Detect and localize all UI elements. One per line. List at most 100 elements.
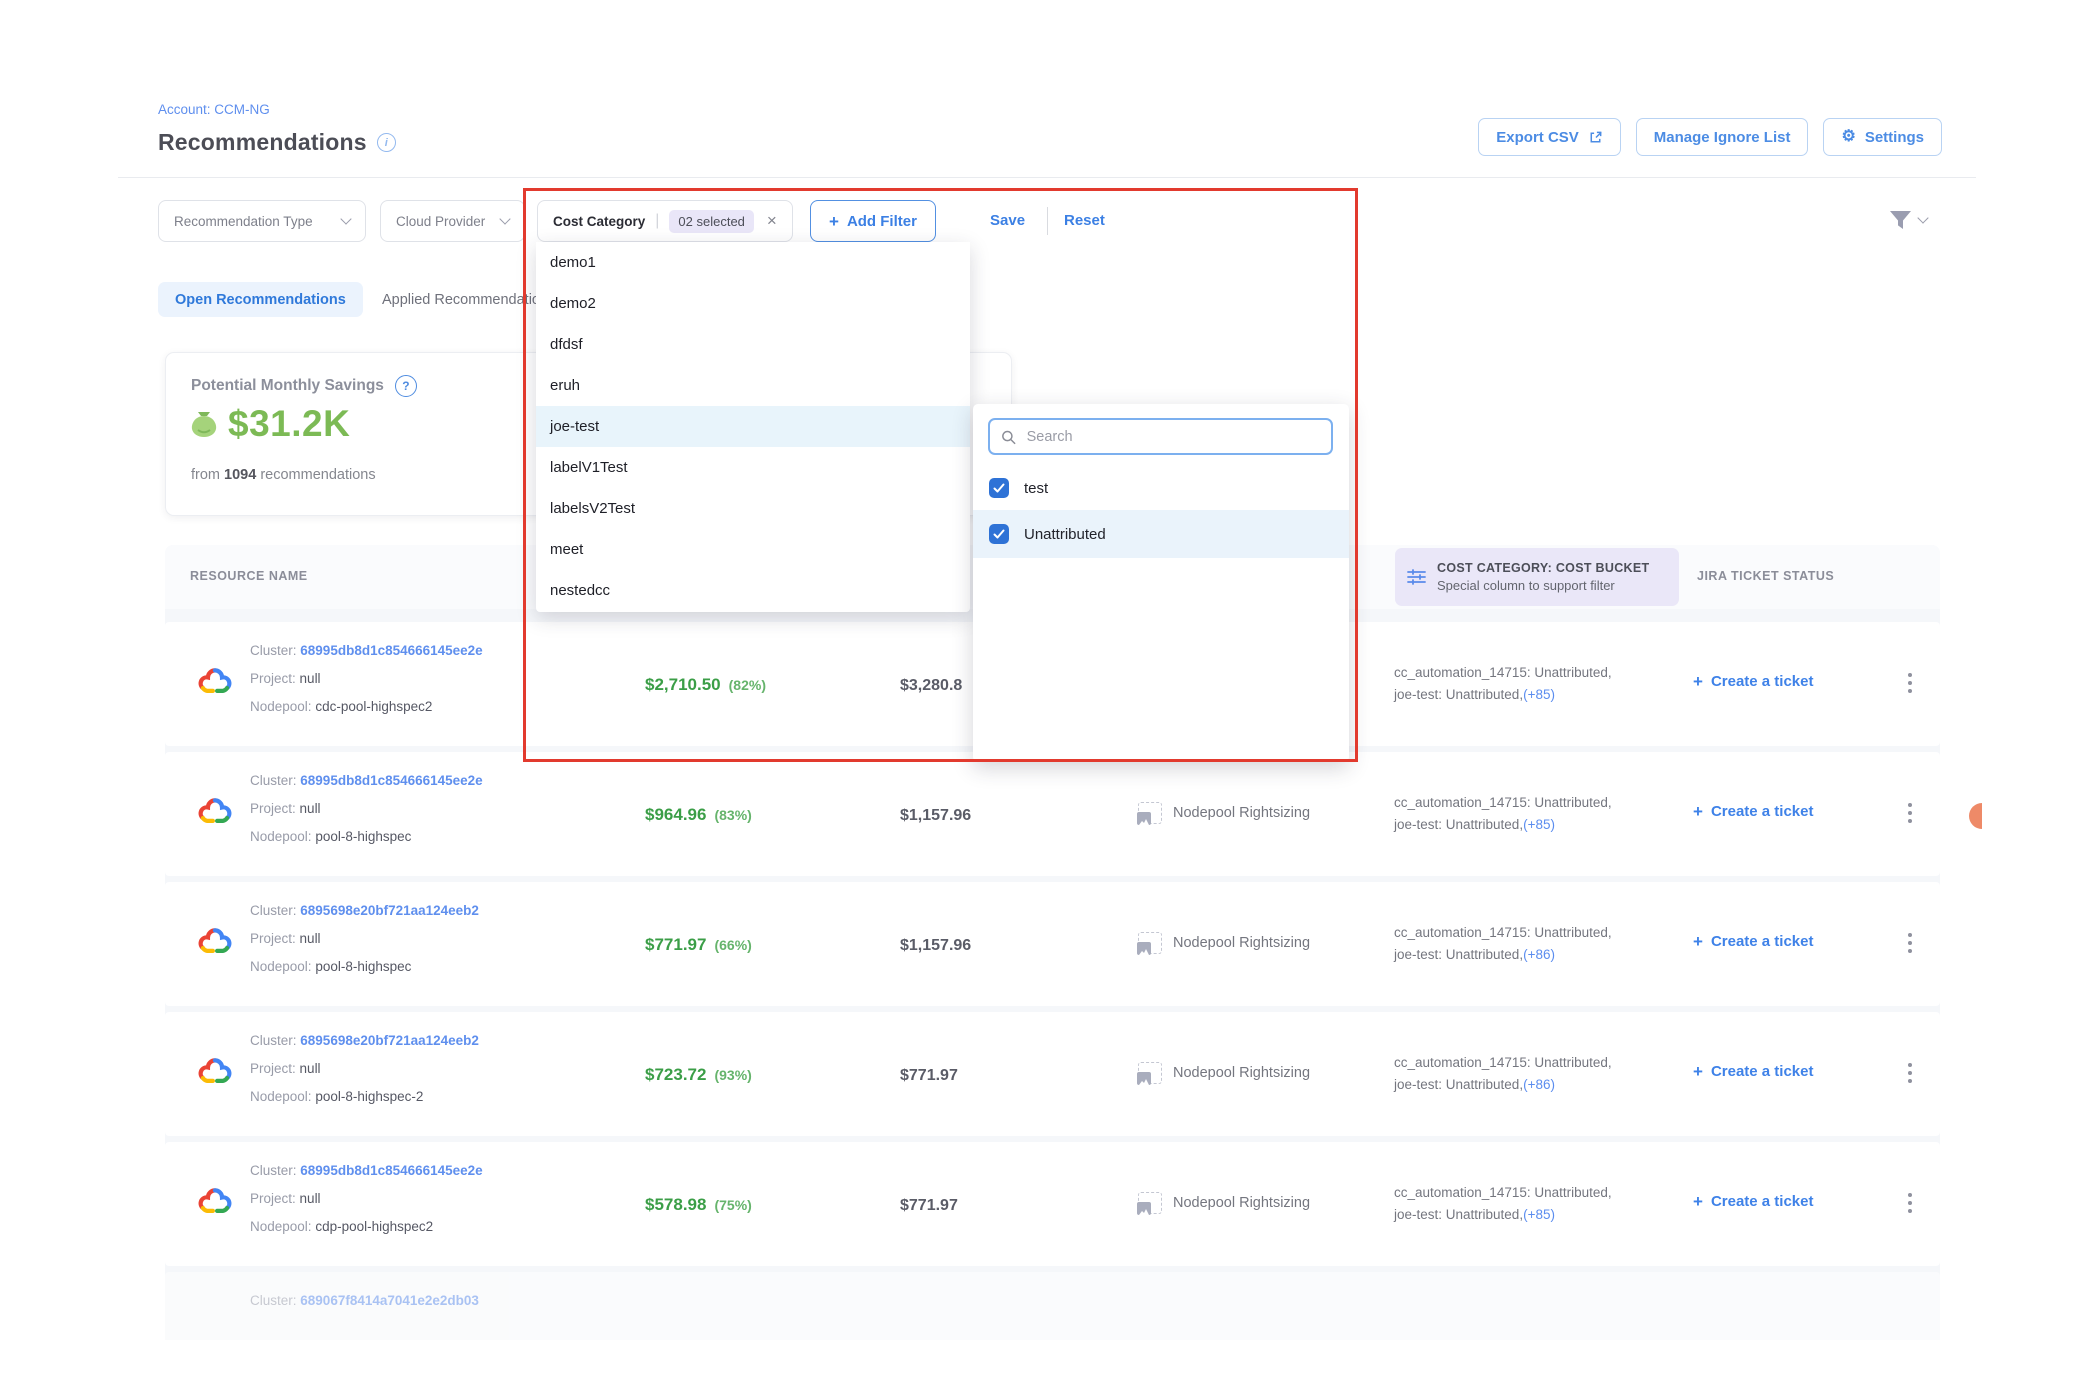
create-ticket-button[interactable]: + Create a ticket [1693, 803, 1814, 820]
project-value: null [300, 1191, 321, 1206]
table-row[interactable]: Cluster: 6895698e20bf721aa124eeb2 Projec… [165, 882, 1940, 1006]
header-divider [118, 177, 1976, 178]
table-row[interactable]: Cluster: 68995db8d1c854666145ee2e Projec… [165, 752, 1940, 876]
dropdown-item[interactable]: demo2 [536, 283, 970, 324]
dropdown-item[interactable]: meet [536, 529, 970, 570]
dropdown-item-highlighted[interactable]: joe-test [536, 406, 970, 447]
dropdown-item[interactable]: nestedcc [536, 570, 970, 611]
table-row[interactable]: Cluster: 68995db8d1c854666145ee2e Projec… [165, 1142, 1940, 1266]
reset-filter-link[interactable]: Reset [1064, 212, 1105, 229]
help-icon[interactable]: ? [395, 375, 417, 397]
cost-category-more-link[interactable]: (+85) [1523, 817, 1555, 832]
gcp-cloud-icon [198, 1058, 232, 1089]
dropdown-item[interactable]: labelsV2Test [536, 488, 970, 529]
savings-percent: (66%) [714, 937, 751, 953]
recommendation-type-filter[interactable]: Recommendation Type [158, 200, 366, 242]
cost-category-more-link[interactable]: (+85) [1523, 1207, 1555, 1222]
cluster-label: Cluster: [250, 1293, 297, 1308]
cost-bucket-subtitle: Special column to support filter [1437, 578, 1649, 593]
cluster-id-link[interactable]: 6895698e20bf721aa124eeb2 [300, 903, 479, 918]
floating-side-button[interactable] [1969, 803, 1982, 829]
manage-ignore-list-label: Manage Ignore List [1654, 129, 1791, 146]
cost-category-line1: cc_automation_14715: Unattributed, [1394, 1052, 1612, 1074]
plus-icon: + [829, 213, 839, 230]
savings-value: $578.98 [645, 1195, 706, 1215]
add-filter-button[interactable]: + Add Filter [810, 200, 936, 242]
project-value: null [300, 1061, 321, 1076]
close-icon[interactable]: × [767, 211, 777, 231]
dropdown-item[interactable]: demo1 [536, 242, 970, 283]
tab-open-recommendations[interactable]: Open Recommendations [158, 282, 363, 317]
dropdown-item[interactable]: eruh [536, 365, 970, 406]
create-ticket-button[interactable]: + Create a ticket [1693, 933, 1814, 950]
rightsizing-icon [1138, 1062, 1162, 1084]
table-row[interactable]: Cluster: 6895698e20bf721aa124eeb2 Projec… [165, 1012, 1940, 1136]
monthly-cost-cell: $3,280.8 [900, 677, 962, 695]
cost-bucket-header-text: COST CATEGORY: COST BUCKET Special colum… [1437, 561, 1649, 593]
recommendation-type-value: Nodepool Rightsizing [1173, 1195, 1310, 1211]
checkbox-checked-icon[interactable] [989, 524, 1009, 544]
cost-category-cell: cc_automation_14715: Unattributed, joe-t… [1394, 1182, 1612, 1226]
column-header-jira-status[interactable]: JIRA TICKET STATUS [1697, 569, 1834, 583]
cost-category-line1: cc_automation_14715: Unattributed, [1394, 922, 1612, 944]
filter-panel-toggle[interactable] [1888, 209, 1927, 231]
column-header-cost-bucket[interactable]: COST CATEGORY: COST BUCKET Special colum… [1395, 548, 1679, 606]
row-menu-button[interactable] [1903, 668, 1917, 698]
rightsizing-icon [1138, 932, 1162, 954]
project-label: Project: [250, 931, 296, 946]
cluster-id-link[interactable]: 6895698e20bf721aa124eeb2 [300, 1033, 479, 1048]
cost-category-more-link[interactable]: (+86) [1523, 947, 1555, 962]
plus-icon: + [1693, 1193, 1703, 1210]
checkbox-checked-icon[interactable] [989, 478, 1009, 498]
cluster-id-link[interactable]: 689067f8414a7041e2e2db03 [300, 1293, 479, 1308]
create-ticket-label: Create a ticket [1711, 1063, 1814, 1080]
page-title-row: Recommendations i [158, 129, 396, 156]
plus-icon: + [1693, 933, 1703, 950]
monthly-savings-cell: $964.96 (83%) [645, 805, 752, 825]
project-label: Project: [250, 801, 296, 816]
table-row[interactable]: Cluster: 689067f8414a7041e2e2db03 [165, 1272, 1940, 1340]
page-title: Recommendations [158, 129, 367, 156]
cost-category-more-link[interactable]: (+86) [1523, 1077, 1555, 1092]
pipe-divider: | [655, 212, 659, 230]
external-link-icon [1588, 130, 1603, 145]
settings-button[interactable]: ⚙ Settings [1823, 118, 1942, 156]
resource-details: Cluster: 6895698e20bf721aa124eeb2 Projec… [250, 897, 479, 981]
option-unattributed[interactable]: Unattributed [973, 510, 1349, 558]
create-ticket-button[interactable]: + Create a ticket [1693, 1193, 1814, 1210]
search-box [988, 418, 1333, 455]
column-header-resource-name[interactable]: RESOURCE NAME [190, 569, 308, 583]
cluster-id-link[interactable]: 68995db8d1c854666145ee2e [300, 773, 482, 788]
option-test[interactable]: test [973, 466, 1349, 510]
recommendation-type-label: Recommendation Type [174, 214, 313, 229]
monthly-cost-cell: $1,157.96 [900, 807, 971, 825]
option-label: test [1024, 480, 1048, 497]
create-ticket-label: Create a ticket [1711, 1193, 1814, 1210]
savings-card-title-row: Potential Monthly Savings ? [191, 375, 417, 397]
row-menu-button[interactable] [1903, 1188, 1917, 1218]
row-menu-button[interactable] [1903, 928, 1917, 958]
search-input[interactable] [1025, 428, 1320, 446]
dropdown-item[interactable]: labelV1Test [536, 447, 970, 488]
save-filter-link[interactable]: Save [990, 212, 1025, 229]
cost-bucket-value-panel: test Unattributed [973, 404, 1349, 762]
row-menu-button[interactable] [1903, 1058, 1917, 1088]
cloud-provider-filter[interactable]: Cloud Provider [380, 200, 525, 242]
cluster-id-link[interactable]: 68995db8d1c854666145ee2e [300, 1163, 482, 1178]
row-menu-button[interactable] [1903, 798, 1917, 828]
export-csv-button[interactable]: Export CSV [1478, 118, 1621, 156]
dropdown-item[interactable]: dfdsf [536, 324, 970, 365]
create-ticket-button[interactable]: + Create a ticket [1693, 673, 1814, 690]
create-ticket-button[interactable]: + Create a ticket [1693, 1063, 1814, 1080]
cost-category-more-link[interactable]: (+85) [1523, 687, 1555, 702]
cluster-id-link[interactable]: 68995db8d1c854666145ee2e [300, 643, 482, 658]
create-ticket-label: Create a ticket [1711, 803, 1814, 820]
nodepool-value: cdc-pool-highspec2 [315, 699, 432, 714]
cost-category-filter[interactable]: Cost Category | 02 selected × [537, 200, 793, 242]
account-breadcrumb[interactable]: Account: CCM-NG [158, 102, 270, 117]
monthly-cost-cell: $771.97 [900, 1197, 958, 1215]
manage-ignore-list-button[interactable]: Manage Ignore List [1636, 118, 1809, 156]
monthly-cost-cell: $1,157.96 [900, 937, 971, 955]
gcp-cloud-icon [198, 668, 232, 699]
info-icon[interactable]: i [377, 133, 396, 152]
